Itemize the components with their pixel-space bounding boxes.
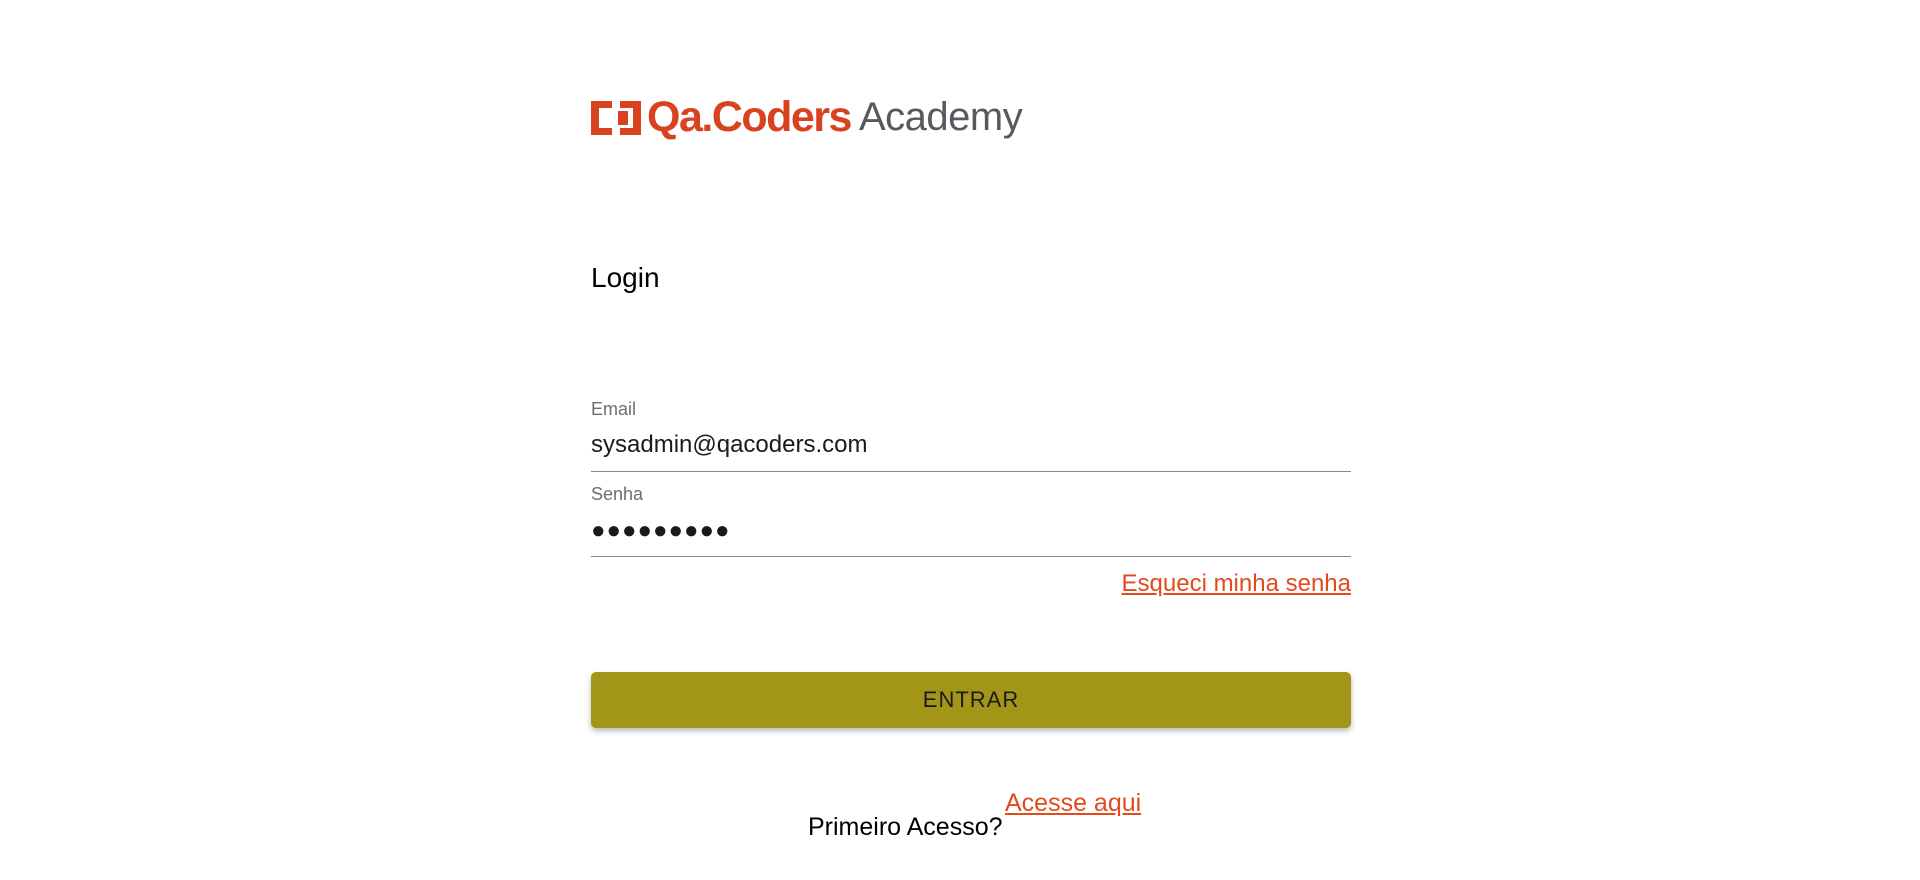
logo-suffix-text: Academy <box>858 95 1023 139</box>
login-container: Qa.Coders Academy Login Email Senha ●●●●… <box>591 0 1351 880</box>
password-field-group: Senha ●●●●●●●●● <box>591 483 1351 557</box>
login-page: Qa.Coders Academy Login Email Senha ●●●●… <box>0 0 1920 880</box>
email-label: Email <box>591 399 637 419</box>
logo-brand-text: Qa.Coders <box>647 93 852 141</box>
email-field[interactable] <box>591 420 1351 472</box>
password-label: Senha <box>591 484 644 504</box>
qa-coders-bracket-logo-icon <box>591 101 641 135</box>
brand-logo: Qa.Coders Academy <box>591 93 1023 141</box>
password-field[interactable]: ●●●●●●●●● <box>591 505 1351 557</box>
page-title: Login <box>591 262 660 293</box>
first-access-link[interactable]: Acesse aqui <box>1005 789 1141 818</box>
login-button[interactable]: ENTRAR <box>591 672 1351 728</box>
forgot-password-link[interactable]: Esqueci minha senha <box>1122 570 1351 598</box>
first-access-text: Primeiro Acesso? <box>808 813 1003 841</box>
email-field-group: Email <box>591 398 1351 472</box>
